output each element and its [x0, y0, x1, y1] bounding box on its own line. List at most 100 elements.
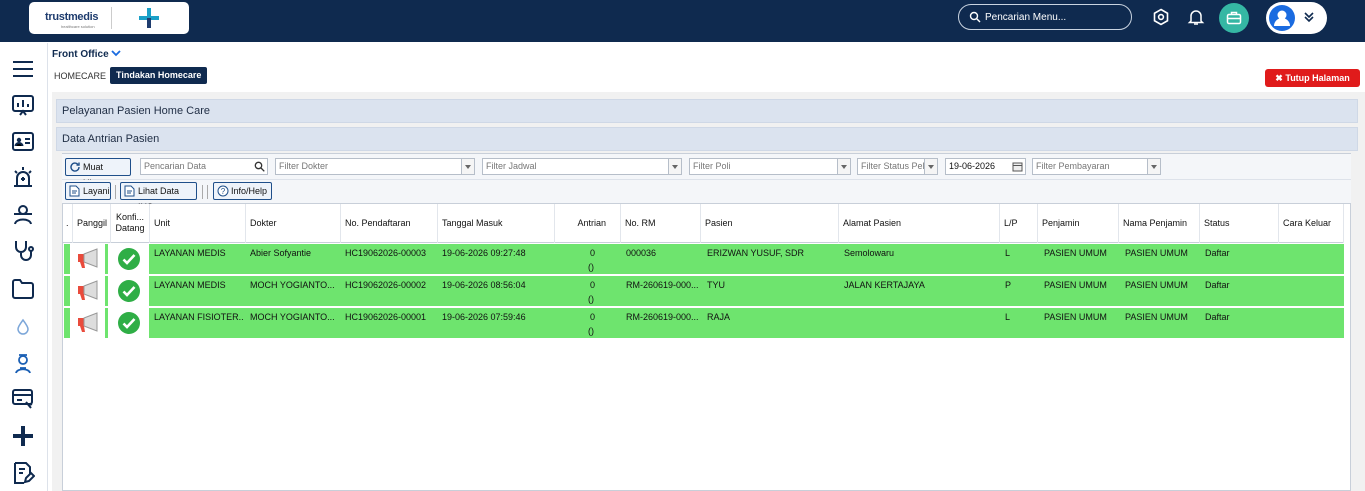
column-header-pasien[interactable]: Pasien: [701, 204, 839, 243]
filter-doctor-select[interactable]: Filter Dokter: [275, 158, 475, 175]
megaphone-icon[interactable]: [76, 280, 102, 302]
dropdown-arrow-icon: [924, 159, 937, 174]
column-header-lp[interactable]: L/P: [1000, 204, 1038, 243]
toolbar-divider: [202, 185, 203, 199]
search-data-input[interactable]: Pencarian Data: [140, 158, 268, 175]
document-edit-icon[interactable]: [11, 461, 35, 485]
cell-tanggal: 19-06-2026 07:59:46: [442, 312, 526, 322]
breadcrumb[interactable]: Front Office: [52, 49, 122, 60]
close-page-label: Tutup Halaman: [1285, 73, 1350, 83]
column-header-konfirmasi[interactable]: Konfi... Datang: [111, 204, 150, 243]
menu-search-input[interactable]: Pencarian Menu...: [958, 4, 1132, 30]
cell-no-rm: RM-260619-000...: [626, 312, 699, 322]
medical-cross-icon: [139, 8, 159, 28]
nurse-icon[interactable]: [11, 351, 35, 375]
filter-poli-label: Filter Poli: [693, 161, 731, 171]
tab-tindakan-homecare[interactable]: Tindakan Homecare: [110, 67, 208, 84]
cell-no-pendaftaran: HC19062026-00002: [345, 280, 427, 290]
cell-unit: LAYANAN MEDIS: [154, 248, 226, 258]
filter-status-select[interactable]: Filter Status Pel: [857, 158, 938, 175]
filter-payment-label: Filter Pembayaran: [1036, 161, 1110, 171]
column-header-antrian[interactable]: Antrian: [555, 204, 621, 243]
toolbar-divider: [115, 185, 116, 199]
dropdown-arrow-icon: [1147, 159, 1160, 174]
serve-button[interactable]: Layani: [65, 182, 111, 200]
filter-schedule-select[interactable]: Filter Jadwal: [482, 158, 682, 175]
column-header-no-pendaftaran[interactable]: No. Pendaftaran: [341, 204, 438, 243]
folder-icon[interactable]: [11, 278, 35, 300]
column-header-panggil[interactable]: Panggil: [73, 204, 111, 243]
filter-poli-select[interactable]: Filter Poli: [689, 158, 851, 175]
billing-card-icon[interactable]: [11, 387, 35, 411]
table-row[interactable]: LAYANAN FISIOTER... MOCH YOGIANTO... HC1…: [64, 308, 1344, 339]
column-header-no-rm[interactable]: No. RM: [621, 204, 701, 243]
help-button[interactable]: ? Info/Help: [213, 182, 272, 200]
cell-pasien: TYU: [707, 280, 725, 290]
user-menu[interactable]: [1266, 2, 1327, 34]
filter-doctor-label: Filter Dokter: [279, 161, 329, 171]
refresh-button[interactable]: Muat Ulang: [65, 158, 131, 188]
menu-search-placeholder: Pencarian Menu...: [985, 12, 1067, 23]
serve-label: Layani: [83, 186, 110, 196]
notification-bell-icon[interactable]: [1187, 8, 1205, 26]
check-circle-icon[interactable]: [117, 279, 141, 303]
table-row[interactable]: LAYANAN MEDIS MOCH YOGIANTO... HC1906202…: [64, 276, 1344, 307]
briefcase-button[interactable]: [1219, 3, 1249, 33]
table-row[interactable]: LAYANAN MEDIS Abier Sofyantie HC19062026…: [64, 244, 1344, 275]
document-icon: [69, 185, 80, 197]
cell-tanggal: 19-06-2026 09:27:48: [442, 248, 526, 258]
column-header-status[interactable]: Status: [1200, 204, 1279, 243]
dashboard-chart-icon[interactable]: [11, 94, 35, 118]
column-header-dokter[interactable]: Dokter: [246, 204, 341, 243]
check-circle-icon[interactable]: [117, 311, 141, 335]
confirm-cell: [108, 244, 149, 275]
search-icon[interactable]: [254, 161, 265, 172]
view-ihs-button[interactable]: Lihat Data IHS: [120, 182, 197, 212]
cell-status: Daftar: [1205, 248, 1230, 258]
cell-nama-penjamin: PASIEN UMUM: [1125, 248, 1188, 258]
date-value: 19-06-2026: [949, 161, 996, 171]
help-label: Info/Help: [231, 186, 268, 196]
breadcrumb-sub[interactable]: HOMECARE: [54, 71, 106, 81]
cell-status: Daftar: [1205, 312, 1230, 322]
column-header-unit[interactable]: Unit: [150, 204, 246, 243]
breadcrumb-section: Front Office: [52, 49, 109, 60]
dropdown-arrow-icon: [837, 159, 850, 174]
close-page-button[interactable]: ✖ Tutup Halaman: [1265, 69, 1360, 87]
column-header-indicator: .: [64, 204, 73, 243]
cell-no-rm: RM-260619-000...: [626, 280, 699, 290]
patient-card-icon[interactable]: [11, 131, 35, 153]
doctor-icon[interactable]: [11, 203, 35, 227]
date-input[interactable]: 19-06-2026: [945, 158, 1026, 175]
column-header-alamat[interactable]: Alamat Pasien: [839, 204, 1000, 243]
filter-schedule-label: Filter Jadwal: [486, 161, 537, 171]
cell-penjamin: PASIEN UMUM: [1044, 280, 1107, 290]
cell-dokter: Abier Sofyantie: [250, 248, 312, 258]
megaphone-icon[interactable]: [76, 312, 102, 334]
search-data-placeholder: Pencarian Data: [144, 161, 207, 171]
cell-antrian-sub: (): [588, 294, 594, 304]
brand-cross-icon[interactable]: [11, 425, 35, 447]
cell-antrian: 0: [590, 248, 596, 258]
column-header-cara-keluar[interactable]: Cara Keluar: [1279, 204, 1344, 243]
settings-icon[interactable]: [1152, 8, 1170, 26]
check-circle-icon[interactable]: [117, 247, 141, 271]
hamburger-menu-icon[interactable]: [11, 59, 35, 79]
column-header-penjamin[interactable]: Penjamin: [1038, 204, 1119, 243]
cell-pasien: ERIZWAN YUSUF, SDR: [707, 248, 805, 258]
stethoscope-icon[interactable]: [11, 239, 35, 263]
cell-unit: LAYANAN FISIOTER...: [154, 312, 244, 322]
emergency-siren-icon[interactable]: [11, 165, 35, 189]
cell-alamat: JALAN KERTAJAYA: [844, 280, 925, 290]
column-header-konfirmasi-line1: Konfi...: [115, 212, 144, 222]
calendar-icon[interactable]: [1012, 161, 1023, 172]
column-header-nama-penjamin[interactable]: Nama Penjamin: [1119, 204, 1200, 243]
blood-drop-icon[interactable]: [11, 317, 35, 337]
column-header-tanggal-masuk[interactable]: Tanggal Masuk: [438, 204, 555, 243]
megaphone-icon[interactable]: [76, 248, 102, 270]
cell-tanggal: 19-06-2026 08:56:04: [442, 280, 526, 290]
cell-nama-penjamin: PASIEN UMUM: [1125, 312, 1188, 322]
filter-payment-select[interactable]: Filter Pembayaran: [1032, 158, 1161, 175]
logo[interactable]: trustmedis healthcare solution: [29, 2, 189, 34]
filter-status-label: Filter Status Pel: [861, 161, 925, 171]
